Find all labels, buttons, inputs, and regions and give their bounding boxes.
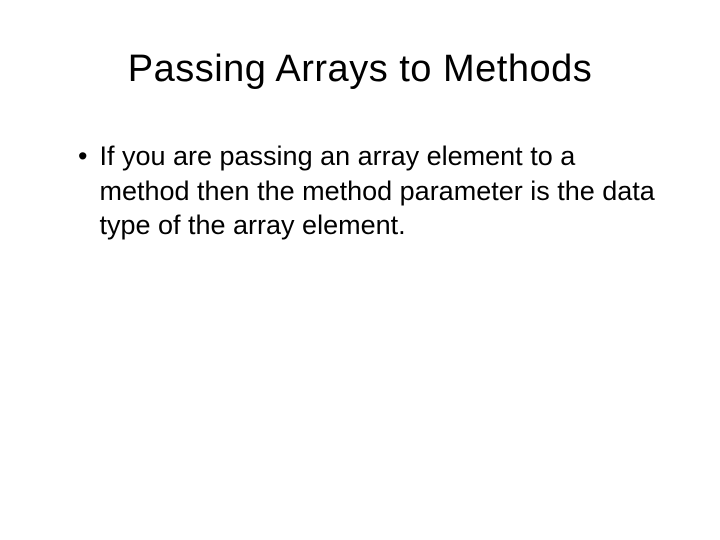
slide-content: • If you are passing an array element to… [60,139,660,243]
bullet-item: • If you are passing an array element to… [78,139,660,243]
bullet-marker: • [78,139,87,174]
bullet-text: If you are passing an array element to a… [99,139,660,243]
slide-container: Passing Arrays to Methods • If you are p… [0,0,720,540]
slide-title: Passing Arrays to Methods [60,48,660,91]
